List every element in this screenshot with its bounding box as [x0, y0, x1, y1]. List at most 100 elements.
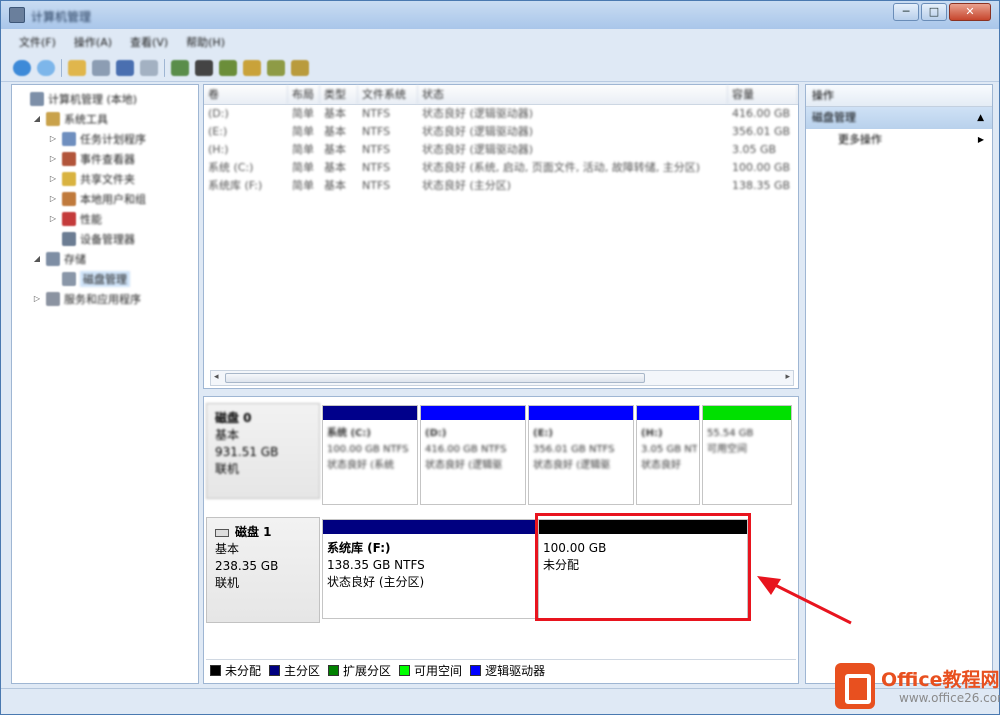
disk-1-type: 基本: [215, 542, 240, 556]
disk-0-info[interactable]: 磁盘 0 基本 931.51 GB 联机: [206, 403, 320, 499]
table-row[interactable]: (H:) 简单 基本 NTFS 状态良好 (逻辑驱动器) 3.05 GB: [204, 141, 798, 159]
toolbar-separator: [164, 58, 165, 77]
scroll-left-icon[interactable]: ◂: [214, 372, 219, 382]
actions-header: 操作: [806, 85, 992, 107]
expander-icon[interactable]: [48, 234, 58, 244]
column-filesystem[interactable]: 文件系统: [358, 85, 418, 104]
up-folder-icon[interactable]: [68, 59, 86, 76]
partition-title: (E:): [533, 428, 553, 439]
users-icon: [62, 192, 76, 206]
partition-block[interactable]: 系统库 (F:) 138.35 GB NTFS 状态良好 (主分区): [322, 519, 536, 619]
column-capacity[interactable]: 容量: [728, 85, 798, 104]
tree-item[interactable]: ◢ 系统工具: [12, 109, 198, 129]
table-cell: (E:): [208, 125, 228, 138]
scroll-right-icon[interactable]: ▸: [785, 372, 790, 382]
tree-item[interactable]: ▷ 任务计划程序: [12, 129, 198, 149]
view-icon[interactable]: [171, 59, 189, 76]
computer-icon: [30, 92, 44, 106]
table-cell: 简单: [292, 107, 314, 120]
table-cell: NTFS: [362, 125, 391, 138]
legend-swatch: [210, 665, 221, 676]
window-controls: ─ □ ✕: [893, 3, 991, 21]
tree-item[interactable]: ▷ 事件查看器: [12, 149, 198, 169]
computer-management-icon: [9, 7, 25, 23]
table-row[interactable]: 系统 (C:) 简单 基本 NTFS 状态良好 (系统, 启动, 页面文件, 活动, 故…: [204, 159, 798, 177]
legend-item: 逻辑驱动器: [470, 662, 545, 679]
expander-icon[interactable]: ▷: [48, 194, 58, 204]
expander-icon[interactable]: ◢: [32, 114, 42, 124]
expander-icon[interactable]: [48, 274, 58, 284]
expander-icon[interactable]: ▷: [48, 154, 58, 164]
tree-item[interactable]: ▷ 性能: [12, 209, 198, 229]
table-row[interactable]: 系统库 (F:) 简单 基本 NTFS 状态良好 (主分区) 138.35 GB: [204, 177, 798, 195]
expander-icon[interactable]: [16, 94, 26, 104]
legend-swatch: [470, 665, 482, 676]
column-volume[interactable]: 卷: [204, 85, 288, 104]
partition-block[interactable]: (D:) 416.00 GB NTFS 状态良好 (逻辑驱: [420, 405, 526, 505]
partition-details: (H:) 3.05 GB NTFS 状态良好: [641, 426, 697, 474]
console-tree-icon[interactable]: [92, 59, 110, 76]
legend-item: 主分区: [269, 662, 320, 679]
tree-item[interactable]: ◢ 存储: [12, 249, 198, 269]
expander-icon[interactable]: ▷: [48, 214, 58, 224]
partition-detail: 3.05 GB NTFS: [641, 444, 697, 455]
partition-block[interactable]: (H:) 3.05 GB NTFS 状态良好: [636, 405, 700, 505]
close-button[interactable]: ✕: [949, 3, 991, 21]
clock-icon: [62, 132, 76, 146]
menu-action[interactable]: 操作(A): [74, 34, 112, 50]
export-icon[interactable]: [219, 59, 237, 76]
tree-item-label: 设备管理器: [80, 233, 135, 246]
partition-block[interactable]: (E:) 356.01 GB NTFS 状态良好 (逻辑驱: [528, 405, 634, 505]
disk-0-name: 磁盘 0: [215, 411, 252, 425]
collapse-icon[interactable]: ▲: [977, 107, 984, 129]
computer-management-window: 计算机管理 ─ □ ✕ 文件(F) 操作(A) 查看(V) 帮助(H) 计算机管…: [0, 0, 1000, 715]
back-icon[interactable]: [13, 59, 31, 76]
tree-item[interactable]: ▷ 共享文件夹: [12, 169, 198, 189]
delete-icon[interactable]: [195, 59, 213, 76]
more-actions-item[interactable]: 更多操作 ▶: [806, 129, 992, 151]
tree-item[interactable]: 设备管理器: [12, 229, 198, 249]
search-icon[interactable]: [267, 59, 285, 76]
minimize-button[interactable]: ─: [893, 3, 919, 21]
wizard-icon[interactable]: [291, 59, 309, 76]
partition-status: 状态良好 (逻辑驱: [425, 460, 503, 471]
disk-1-info[interactable]: 磁盘 1 基本 238.35 GB 联机: [206, 517, 320, 623]
table-cell: 系统库 (F:): [208, 179, 263, 192]
horizontal-scrollbar[interactable]: ◂ ▸: [210, 370, 794, 386]
legend-label: 逻辑驱动器: [485, 664, 546, 678]
table-cell: NTFS: [362, 107, 391, 120]
expander-icon[interactable]: ▷: [48, 174, 58, 184]
partition-block[interactable]: 系统 (C:) 100.00 GB NTFS 状态良好 (系统: [322, 405, 418, 505]
partition-details: (D:) 416.00 GB NTFS 状态良好 (逻辑驱: [425, 426, 523, 474]
menu-help[interactable]: 帮助(H): [186, 34, 225, 50]
partition-details: 55.54 GB 可用空间: [707, 426, 789, 458]
volume-rows: (D:) 简单 基本 NTFS 状态良好 (逻辑驱动器) 416.00 GB (E:) 简单基…: [204, 105, 798, 195]
help-icon[interactable]: [140, 59, 158, 76]
menu-view[interactable]: 查看(V): [130, 34, 168, 50]
properties-icon[interactable]: [116, 59, 134, 76]
expander-icon[interactable]: ◢: [32, 254, 42, 264]
table-cell: 状态良好 (逻辑驱动器): [422, 107, 534, 120]
menu-file[interactable]: 文件(F): [19, 34, 56, 50]
tree-item[interactable]: ▷ 服务和应用程序: [12, 289, 198, 309]
scroll-thumb[interactable]: [225, 373, 645, 383]
maximize-button[interactable]: □: [921, 3, 947, 21]
column-status[interactable]: 状态: [418, 85, 728, 104]
actions-group-disk-management[interactable]: 磁盘管理 ▲: [806, 107, 992, 129]
expander-icon[interactable]: ▷: [32, 294, 42, 304]
annotation-arrow-icon: [757, 576, 852, 625]
partition-block[interactable]: 55.54 GB 可用空间: [702, 405, 792, 505]
column-type[interactable]: 类型: [320, 85, 358, 104]
table-cell: 状态良好 (主分区): [422, 179, 512, 192]
table-row[interactable]: (D:) 简单 基本 NTFS 状态良好 (逻辑驱动器) 416.00 GB: [204, 105, 798, 123]
tree-item[interactable]: ▷ 本地用户和组: [12, 189, 198, 209]
table-row[interactable]: (E:) 简单 基本 NTFS 状态良好 (逻辑驱动器) 356.01 GB: [204, 123, 798, 141]
partition-bar: [323, 406, 417, 420]
tree-item[interactable]: 磁盘管理: [12, 269, 198, 289]
arrow-shaft: [770, 581, 852, 625]
tree-item[interactable]: 计算机管理 (本地): [12, 89, 198, 109]
forward-icon[interactable]: [37, 59, 55, 76]
expander-icon[interactable]: ▷: [48, 134, 58, 144]
column-layout[interactable]: 布局: [288, 85, 320, 104]
open-icon[interactable]: [243, 59, 261, 76]
